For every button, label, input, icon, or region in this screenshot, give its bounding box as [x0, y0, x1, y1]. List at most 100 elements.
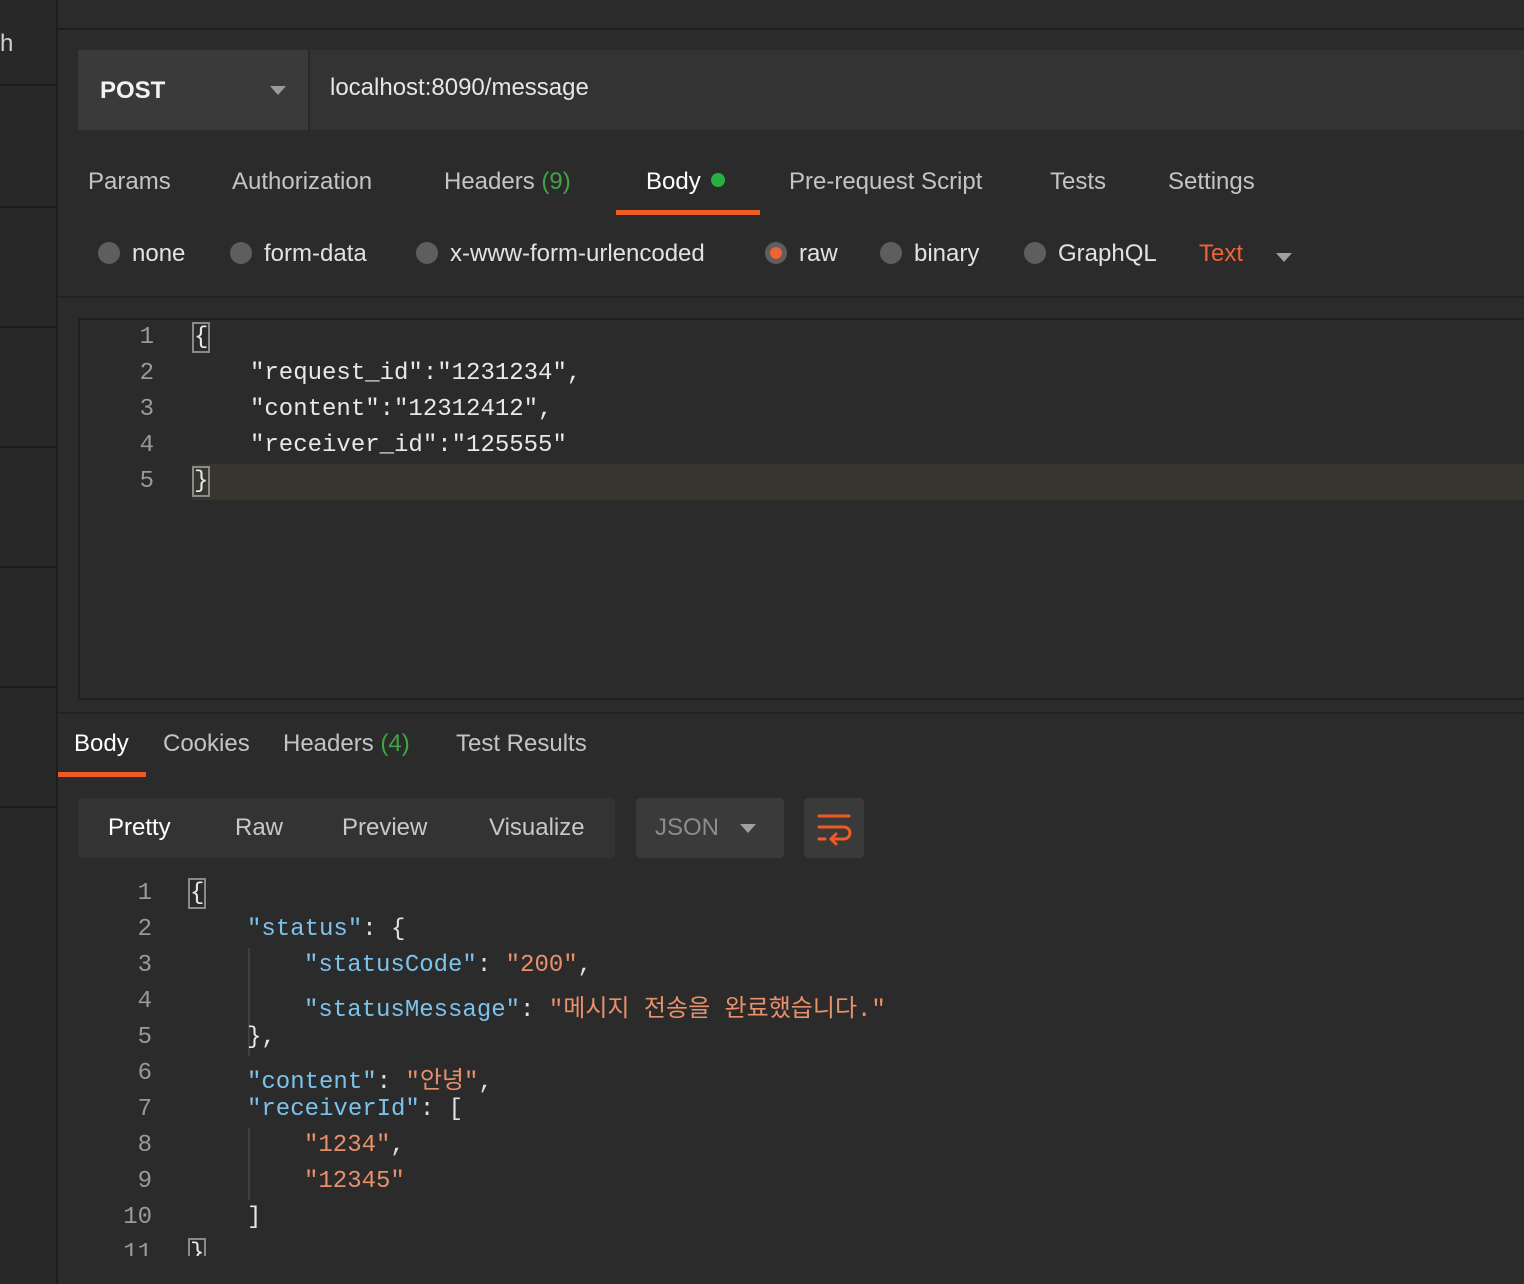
format-select[interactable]: JSON: [636, 798, 784, 858]
radio-label: binary: [914, 240, 980, 267]
line-number: 6: [137, 1060, 152, 1087]
sidebar-divider: [0, 446, 56, 448]
radio-form-data[interactable]: form-data: [230, 240, 367, 274]
line-number: 2: [137, 916, 152, 943]
radio-label: none: [132, 240, 186, 267]
json-punctuation: : {: [362, 916, 406, 943]
tab-label: Headers: [283, 730, 374, 757]
tab-pre-request-script[interactable]: Pre-request Script: [789, 168, 982, 196]
json-key: "content": [247, 1069, 377, 1096]
radio-circle-icon: [1024, 242, 1046, 264]
json-key: "status": [247, 916, 363, 943]
line-number: 2: [139, 360, 154, 387]
sidebar: h: [0, 0, 58, 1284]
tab-label: Params: [88, 168, 171, 195]
top-strip: [58, 0, 1524, 30]
body-indicator-dot: [710, 173, 725, 187]
tab-response-body[interactable]: Body: [74, 730, 129, 758]
line-number: 7: [137, 1096, 152, 1123]
tab-label: Body: [646, 168, 701, 195]
chevron-down-icon[interactable]: [1276, 253, 1292, 262]
tab-body[interactable]: Body: [646, 168, 725, 196]
line-number: 3: [139, 396, 154, 423]
response-body-viewer: 1 2 3 4 5 6 7 8 9 10 11 { "status": { "s…: [78, 876, 1524, 1256]
tab-label: Authorization: [232, 168, 373, 195]
line-number: 11: [123, 1240, 152, 1256]
view-raw[interactable]: Raw: [235, 814, 283, 842]
code-line: "receiverId": [: [247, 1096, 463, 1123]
tab-cookies[interactable]: Cookies: [163, 730, 250, 758]
wrap-lines-icon: [817, 814, 852, 846]
line-number: 4: [137, 988, 152, 1015]
raw-type-label: Text: [1199, 240, 1244, 267]
headers-count: (4): [380, 730, 410, 757]
json-string: "안녕": [405, 1069, 479, 1096]
code-line: "request_id":"1231234",: [250, 360, 582, 387]
tab-settings[interactable]: Settings: [1168, 168, 1255, 196]
section-divider: [58, 296, 1524, 298]
active-tab-underline: [58, 772, 146, 777]
wrap-lines-button[interactable]: [804, 798, 864, 858]
line-number: 10: [123, 1204, 152, 1231]
view-preview[interactable]: Preview: [342, 814, 427, 842]
tab-tests[interactable]: Tests: [1050, 168, 1106, 196]
line-number: 9: [137, 1168, 152, 1195]
radio-label: GraphQL: [1058, 240, 1157, 267]
line-number: 1: [139, 324, 154, 351]
sidebar-divider: [0, 686, 56, 688]
active-line-highlight: [192, 464, 1524, 500]
tab-label: Cookies: [163, 730, 250, 757]
radio-raw[interactable]: raw: [765, 240, 838, 274]
tab-label: Headers: [444, 168, 535, 195]
method-select[interactable]: POST: [78, 50, 310, 130]
code-line: "content": "안녕",: [247, 1069, 493, 1096]
code-line: "receiver_id":"125555": [250, 432, 567, 459]
sidebar-divider: [0, 326, 56, 328]
json-string: "1234": [304, 1132, 391, 1159]
headers-count: (9): [541, 168, 571, 195]
json-key: "receiverId": [247, 1096, 420, 1123]
radio-selected-icon: [765, 242, 787, 264]
line-number: 4: [139, 432, 154, 459]
code-line: ]: [247, 1204, 262, 1231]
sidebar-divider: [0, 206, 56, 208]
line-number: 5: [137, 1024, 152, 1051]
view-mode-bar: Pretty Raw Preview Visualize: [78, 798, 615, 858]
view-visualize[interactable]: Visualize: [489, 814, 585, 842]
tab-params[interactable]: Params: [88, 168, 171, 196]
code-line: "statusCode": "200",: [304, 952, 593, 979]
radio-binary[interactable]: binary: [880, 240, 979, 274]
line-number: 5: [139, 468, 154, 495]
sidebar-divider: [0, 566, 56, 568]
code-line: "12345": [304, 1168, 405, 1195]
chevron-down-icon: [270, 86, 286, 95]
code-line: "content":"12312412",: [250, 396, 553, 423]
raw-type-select[interactable]: Text: [1199, 240, 1243, 268]
json-key: "statusCode": [304, 952, 477, 979]
radio-x-www-form-urlencoded[interactable]: x-www-form-urlencoded: [416, 240, 705, 274]
radio-graphql[interactable]: GraphQL: [1024, 240, 1157, 274]
tab-headers[interactable]: Headers (9): [444, 168, 571, 196]
active-tab-underline: [616, 210, 760, 215]
tab-authorization[interactable]: Authorization: [232, 168, 372, 196]
code-line: {: [191, 322, 211, 353]
tab-test-results[interactable]: Test Results: [456, 730, 587, 758]
json-string: "12345": [304, 1168, 405, 1195]
code-line: "statusMessage": "메시지 전송을 완료했습니다.": [304, 997, 886, 1024]
json-string: "200": [505, 952, 578, 979]
code-line: },: [247, 1024, 276, 1051]
format-label: JSON: [655, 814, 720, 841]
request-body-editor[interactable]: 1 2 3 4 5 { "request_id":"1231234", "con…: [78, 318, 1524, 700]
radio-none[interactable]: none: [98, 240, 185, 274]
json-punctuation: : [: [419, 1096, 464, 1123]
code-line: }: [191, 466, 211, 497]
view-pretty[interactable]: Pretty: [108, 814, 171, 842]
radio-label: x-www-form-urlencoded: [450, 240, 705, 267]
line-number: 3: [137, 952, 152, 979]
code-line: }: [187, 1238, 207, 1256]
line-number: 8: [137, 1132, 152, 1159]
url-input[interactable]: [330, 68, 1230, 108]
indent-guide: [248, 1128, 250, 1200]
tab-response-headers[interactable]: Headers (4): [283, 730, 410, 758]
method-label: POST: [100, 77, 166, 104]
